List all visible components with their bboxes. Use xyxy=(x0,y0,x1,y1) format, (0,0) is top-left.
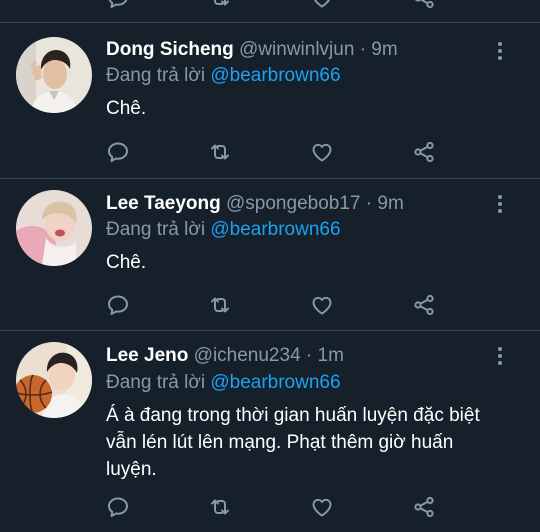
avatar[interactable] xyxy=(16,190,92,266)
tweet-text: Á à đang trong thời gian huấn luyện đặc … xyxy=(106,405,480,480)
tweet-text: Chê. xyxy=(106,98,147,119)
reply-icon[interactable] xyxy=(104,0,132,10)
handle[interactable]: @spongebob17 xyxy=(226,193,360,214)
tweet[interactable]: Lee Jeno @ichenu234 · 1m Đang trả lời @b… xyxy=(0,331,540,532)
more-icon[interactable] xyxy=(488,192,512,216)
more-icon[interactable] xyxy=(488,39,512,63)
tweet-actions xyxy=(0,495,540,519)
tweet[interactable]: Lee Taeyong @spongebob17 · 9m Đang trả l… xyxy=(0,179,540,329)
separator: · xyxy=(305,345,313,366)
reply-icon[interactable] xyxy=(104,293,132,317)
replying-to-label: Đang trả lời xyxy=(106,372,206,393)
share-icon[interactable] xyxy=(410,293,438,317)
avatar[interactable] xyxy=(16,342,92,418)
handle[interactable]: @ichenu234 xyxy=(194,345,301,366)
tweet-actions xyxy=(0,293,540,317)
display-name[interactable]: Dong Sicheng xyxy=(106,39,234,60)
replying-to: Đang trả lời @bearbrown66 xyxy=(106,63,341,89)
reply-icon[interactable] xyxy=(104,495,132,519)
timestamp[interactable]: 9m xyxy=(371,39,397,60)
like-icon[interactable] xyxy=(308,495,336,519)
avatar[interactable] xyxy=(16,37,92,113)
like-icon[interactable] xyxy=(308,293,336,317)
tweet-text: Chê. xyxy=(106,252,147,273)
retweet-icon[interactable] xyxy=(206,140,234,164)
separator: · xyxy=(365,193,373,214)
retweet-icon[interactable] xyxy=(206,0,234,10)
timestamp[interactable]: 1m xyxy=(318,345,344,366)
replying-to-label: Đang trả lời xyxy=(106,65,206,86)
mention-link[interactable]: @bearbrown66 xyxy=(210,372,340,393)
more-icon[interactable] xyxy=(488,344,512,368)
retweet-icon[interactable] xyxy=(206,293,234,317)
like-icon[interactable] xyxy=(308,0,336,10)
tweet-header: Lee Jeno @ichenu234 · 1m xyxy=(106,343,344,369)
replying-to-label: Đang trả lời xyxy=(106,219,206,240)
timestamp[interactable]: 9m xyxy=(377,193,403,214)
share-icon[interactable] xyxy=(410,140,438,164)
replying-to: Đang trả lời @bearbrown66 xyxy=(106,217,341,243)
tweet[interactable]: Dong Sicheng @winwinlvjun · 9m Đang trả … xyxy=(0,23,540,178)
separator: · xyxy=(359,39,367,60)
retweet-icon[interactable] xyxy=(206,495,234,519)
previous-tweet-actions xyxy=(0,0,540,10)
replying-to: Đang trả lời @bearbrown66 xyxy=(106,370,341,396)
tweet-header: Dong Sicheng @winwinlvjun · 9m xyxy=(106,37,398,63)
tweet-header: Lee Taeyong @spongebob17 · 9m xyxy=(106,191,404,217)
mention-link[interactable]: @bearbrown66 xyxy=(210,219,340,240)
display-name[interactable]: Lee Taeyong xyxy=(106,193,221,214)
like-icon[interactable] xyxy=(308,140,336,164)
share-icon[interactable] xyxy=(410,495,438,519)
reply-icon[interactable] xyxy=(104,140,132,164)
handle[interactable]: @winwinlvjun xyxy=(239,39,354,60)
mention-link[interactable]: @bearbrown66 xyxy=(210,65,340,86)
share-icon[interactable] xyxy=(410,0,438,10)
tweet-actions xyxy=(0,140,540,164)
display-name[interactable]: Lee Jeno xyxy=(106,345,188,366)
